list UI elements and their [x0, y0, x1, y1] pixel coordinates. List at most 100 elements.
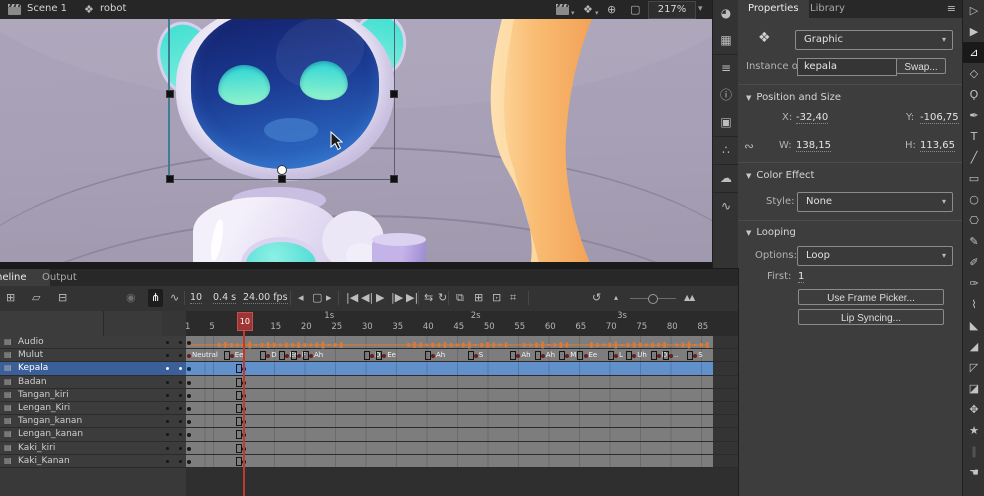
- orange-shape[interactable]: [470, 19, 620, 268]
- tab-properties[interactable]: Properties: [738, 0, 809, 18]
- layer-lock-dot[interactable]: [179, 407, 182, 410]
- span-end-marker[interactable]: [559, 351, 565, 360]
- parenting-view-icon[interactable]: ⋔: [148, 289, 163, 307]
- keyframe-dot[interactable]: [187, 394, 191, 398]
- keyframe-dot[interactable]: [370, 354, 374, 358]
- layer-visibility-dot[interactable]: [166, 354, 169, 357]
- keyframe-dot[interactable]: [187, 354, 191, 358]
- polystar-tool[interactable]: ⎔: [963, 210, 984, 231]
- layer-name[interactable]: Badan: [18, 377, 47, 387]
- new-layer-icon[interactable]: ⊞: [6, 289, 15, 307]
- collapse-triangle-icon[interactable]: ▼: [746, 94, 751, 102]
- keyframe-dot[interactable]: [187, 433, 191, 437]
- swap-button[interactable]: Swap...: [896, 58, 946, 74]
- h-value[interactable]: 113,65: [920, 140, 955, 152]
- panel-menu-icon[interactable]: ≡: [947, 2, 956, 15]
- edit-scene-icon[interactable]: [556, 7, 569, 15]
- prev-keyframe-icon[interactable]: ◀|: [361, 289, 373, 307]
- span-end-marker[interactable]: [364, 351, 370, 360]
- onion-outlines-icon[interactable]: ⊞: [474, 289, 483, 307]
- pen-tool[interactable]: ✒: [963, 105, 984, 126]
- selection-bounding-box[interactable]: [168, 19, 395, 180]
- timeline-zoom-knob[interactable]: [648, 294, 658, 304]
- stage[interactable]: [0, 19, 712, 268]
- frame-span[interactable]: [186, 402, 713, 414]
- transform-handle[interactable]: [166, 90, 174, 98]
- edit-symbols-icon[interactable]: ❖: [583, 2, 593, 17]
- instance-name-field[interactable]: kepala: [797, 58, 897, 76]
- symbol-type-select[interactable]: Graphic▾: [795, 30, 953, 50]
- keyframe-dot[interactable]: [516, 354, 520, 358]
- layer-visibility-dot[interactable]: [166, 420, 169, 423]
- line-tool[interactable]: ╱: [963, 147, 984, 168]
- playhead-line[interactable]: [243, 330, 245, 496]
- span-end-marker[interactable]: [651, 351, 657, 360]
- span-end-marker[interactable]: [236, 364, 242, 373]
- keyframe-dot[interactable]: [669, 354, 673, 358]
- layer-name[interactable]: Kepala: [18, 363, 48, 373]
- span-end-marker[interactable]: [425, 351, 431, 360]
- span-end-marker[interactable]: [376, 351, 382, 360]
- w-value[interactable]: 138,15: [796, 140, 831, 152]
- classic-brush-tool[interactable]: ✑: [963, 273, 984, 294]
- span-end-marker[interactable]: [687, 351, 693, 360]
- step-forward-icon[interactable]: ▸: [326, 289, 332, 307]
- fluid-brush-tool[interactable]: ✐: [963, 252, 984, 273]
- layer-lock-dot[interactable]: [179, 394, 182, 397]
- looping-section-header[interactable]: ▼Looping: [746, 227, 796, 238]
- use-frame-picker-button[interactable]: Use Frame Picker...: [798, 289, 944, 305]
- frame-rate[interactable]: 24.00 fps: [243, 292, 288, 304]
- layer-visibility-dot[interactable]: [166, 460, 169, 463]
- current-frame-counter[interactable]: 10: [190, 292, 202, 304]
- layer-visibility-dot[interactable]: [166, 394, 169, 397]
- asset-warp-tool[interactable]: ✥: [963, 399, 984, 420]
- go-first-frame-icon[interactable]: |◀: [346, 289, 358, 307]
- keyframe-dot[interactable]: [632, 354, 636, 358]
- layer-row-lengan_kiri[interactable]: ▤Lengan_Kiri: [0, 402, 186, 415]
- stage-zoom-select[interactable]: 217%: [648, 1, 696, 19]
- link-dimensions-icon[interactable]: ∾: [744, 139, 754, 153]
- timeline-zoom-reset-icon[interactable]: ↺: [592, 289, 601, 307]
- timeline-zoom-in-icon[interactable]: ▲▲: [684, 289, 694, 307]
- layer-visibility-dot[interactable]: [166, 381, 169, 384]
- lasso-tool[interactable]: Ϙ: [963, 84, 984, 105]
- span-end-marker[interactable]: [224, 351, 230, 360]
- center-stage-icon[interactable]: ⊕: [607, 2, 616, 17]
- keyframe-dot[interactable]: [187, 341, 191, 345]
- frame-row-kaki_kanan[interactable]: [186, 455, 738, 468]
- layer-name[interactable]: Mulut: [18, 350, 43, 360]
- transform-handle[interactable]: [278, 175, 286, 183]
- keyframe-dot[interactable]: [297, 354, 301, 358]
- frame-span[interactable]: [186, 362, 713, 374]
- layer-lock-dot[interactable]: [179, 341, 182, 344]
- span-end-marker[interactable]: [260, 351, 266, 360]
- span-end-marker[interactable]: [535, 351, 541, 360]
- frame-span[interactable]: [186, 336, 713, 348]
- info-panel-icon[interactable]: ⓘ: [713, 82, 739, 109]
- keyframe-dot[interactable]: [187, 367, 191, 371]
- span-end-marker[interactable]: [279, 351, 285, 360]
- span-end-marker[interactable]: [236, 417, 242, 426]
- frame-span[interactable]: [186, 442, 713, 454]
- eyedropper-tool[interactable]: ◸: [963, 357, 984, 378]
- loop-playback-icon[interactable]: ⇆: [424, 289, 433, 307]
- motion-editor-panel-icon[interactable]: ∿: [713, 192, 739, 220]
- frame-row-kaki_kiri[interactable]: [186, 442, 738, 455]
- go-last-frame-icon[interactable]: ▶|: [406, 289, 418, 307]
- swatches-panel-icon[interactable]: ▦: [713, 27, 739, 54]
- play-icon[interactable]: ▶: [376, 289, 384, 307]
- layer-row-tangan_kiri[interactable]: ▤Tangan_kiri: [0, 389, 186, 402]
- graph-view-icon[interactable]: ∿: [170, 289, 179, 307]
- keyframe-dot[interactable]: [382, 354, 386, 358]
- frame-row-mulut[interactable]: NeutralEeDEeFAhDEeAhSAhAhMEeLUhD..S: [186, 349, 738, 362]
- layer-lock-dot[interactable]: [179, 447, 182, 450]
- layer-name[interactable]: Audio: [18, 337, 44, 347]
- style-select[interactable]: None▾: [797, 192, 953, 212]
- span-end-marker[interactable]: [626, 351, 632, 360]
- frame-row-lengan_kiri[interactable]: [186, 402, 738, 415]
- layer-lock-dot[interactable]: [179, 460, 182, 463]
- span-end-marker[interactable]: [663, 351, 669, 360]
- text-tool[interactable]: T: [963, 126, 984, 147]
- span-end-marker[interactable]: [236, 391, 242, 400]
- layer-visibility-dot[interactable]: [166, 433, 169, 436]
